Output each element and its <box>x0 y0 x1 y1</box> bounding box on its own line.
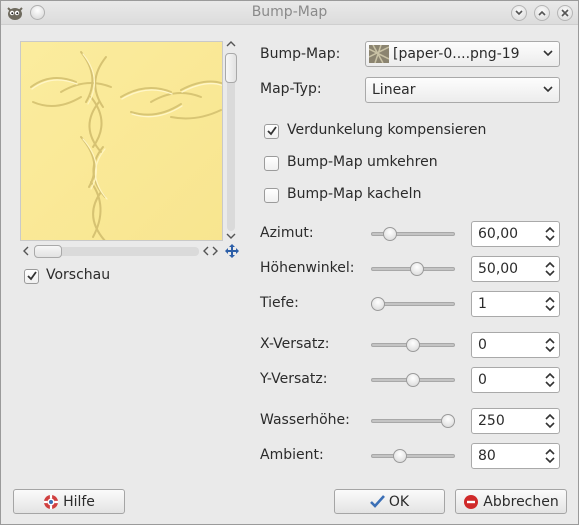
vertical-scroll-thumb[interactable] <box>225 53 237 83</box>
depth-value[interactable]: 1 <box>478 296 487 312</box>
maximize-button[interactable] <box>534 5 550 21</box>
elevation-slider[interactable] <box>371 261 455 277</box>
map-type-label: Map-Typ: <box>260 81 322 97</box>
depth-spinbox[interactable]: 1 <box>471 291 560 317</box>
slider-handle[interactable] <box>406 373 420 387</box>
compensate-darkening-checkbox[interactable] <box>264 124 279 139</box>
ambient-label: Ambient: <box>260 447 324 463</box>
elevation-label: Höhenwinkel: <box>260 260 355 276</box>
spin-up-down-icon[interactable] <box>544 225 556 243</box>
tile-bumpmap-checkbox[interactable] <box>264 188 279 203</box>
depth-slider[interactable] <box>371 296 455 312</box>
elevation-spinbox[interactable]: 50,00 <box>471 256 560 282</box>
slider-handle[interactable] <box>393 449 407 463</box>
checkmark-icon <box>369 495 385 508</box>
slider-handle[interactable] <box>441 414 455 428</box>
ambient-spinbox[interactable]: 80 <box>471 443 560 469</box>
close-button[interactable] <box>557 5 573 21</box>
image-thumbnail-icon <box>369 45 389 63</box>
chevron-down-icon <box>543 50 553 57</box>
compensate-darkening-label[interactable]: Verdunkelung kompensieren <box>287 122 486 138</box>
ambient-slider[interactable] <box>371 448 455 464</box>
bump-map-value: [paper-0....png-19 <box>393 46 520 62</box>
chevron-down-icon <box>543 86 553 93</box>
waterlevel-spinbox[interactable]: 250 <box>471 408 560 434</box>
help-button[interactable]: Hilfe <box>13 489 125 514</box>
spin-up-down-icon[interactable] <box>544 336 556 354</box>
x-offset-value[interactable]: 0 <box>478 337 487 353</box>
ambient-value[interactable]: 80 <box>478 448 496 464</box>
preview-horizontal-scrollbar[interactable] <box>20 243 223 259</box>
tile-bumpmap-label[interactable]: Bump-Map kacheln <box>287 186 421 202</box>
title-bar: Bump-Map <box>1 1 578 25</box>
preview-vertical-scrollbar[interactable] <box>223 39 239 245</box>
navigate-move-icon[interactable] <box>225 244 239 258</box>
preview-image[interactable] <box>20 41 223 241</box>
map-type-value: Linear <box>372 82 416 98</box>
x-offset-slider[interactable] <box>371 337 455 353</box>
waterlevel-slider[interactable] <box>371 413 455 429</box>
elevation-value[interactable]: 50,00 <box>478 261 518 277</box>
slider-handle[interactable] <box>406 338 420 352</box>
invert-bumpmap-label[interactable]: Bump-Map umkehren <box>287 154 438 170</box>
minimize-button[interactable] <box>511 5 527 21</box>
scroll-right-icon[interactable] <box>212 246 219 259</box>
scroll-left-icon[interactable] <box>22 246 29 259</box>
bump-map-select[interactable]: [paper-0....png-19 <box>365 41 560 67</box>
azimuth-slider[interactable] <box>371 226 455 242</box>
spin-up-down-icon[interactable] <box>544 412 556 430</box>
cancel-button[interactable]: Abbrechen <box>455 489 567 514</box>
checkmark-icon <box>267 126 277 136</box>
slider-handle[interactable] <box>383 227 397 241</box>
preview-checkbox-label[interactable]: Vorschau <box>46 267 110 283</box>
waterlevel-value[interactable]: 250 <box>478 413 505 429</box>
chevron-up-icon <box>538 10 546 16</box>
bump-map-dialog: Bump-Map Vorschau Bump-Map: [paper-0....… <box>0 0 579 525</box>
slider-groove[interactable] <box>371 454 455 458</box>
azimuth-label: Azimut: <box>260 225 314 241</box>
y-offset-spinbox[interactable]: 0 <box>471 367 560 393</box>
spin-up-down-icon[interactable] <box>544 371 556 389</box>
slider-handle[interactable] <box>410 262 424 276</box>
map-type-select[interactable]: Linear <box>365 77 560 103</box>
bump-map-label: Bump-Map: <box>260 46 341 62</box>
embossed-paper-preview <box>21 42 222 240</box>
waterlevel-label: Wasserhöhe: <box>260 412 350 428</box>
spin-up-down-icon[interactable] <box>544 295 556 313</box>
help-button-label: Hilfe <box>63 493 95 510</box>
checkmark-icon <box>27 271 37 281</box>
x-offset-spinbox[interactable]: 0 <box>471 332 560 358</box>
spin-up-down-icon[interactable] <box>544 260 556 278</box>
x-offset-label: X-Versatz: <box>260 336 330 352</box>
horizontal-scroll-thumb[interactable] <box>34 245 62 258</box>
help-lifebuoy-icon <box>44 494 59 509</box>
depth-label: Tiefe: <box>260 295 299 311</box>
cancel-stop-icon <box>464 494 479 509</box>
preview-checkbox[interactable] <box>24 269 39 284</box>
spin-up-down-icon[interactable] <box>544 447 556 465</box>
y-offset-label: Y-Versatz: <box>260 371 328 387</box>
y-offset-value[interactable]: 0 <box>478 372 487 388</box>
ok-button[interactable]: OK <box>334 489 445 514</box>
invert-bumpmap-checkbox[interactable] <box>264 156 279 171</box>
scroll-left-icon[interactable] <box>202 246 209 259</box>
window-title: Bump-Map <box>251 4 328 20</box>
close-icon <box>561 9 569 17</box>
scroll-down-icon[interactable] <box>226 233 236 243</box>
azimuth-spinbox[interactable]: 60,00 <box>471 221 560 247</box>
chevron-down-icon <box>515 10 523 16</box>
slider-handle[interactable] <box>371 297 385 311</box>
ok-button-label: OK <box>388 493 410 510</box>
azimuth-value[interactable]: 60,00 <box>478 226 518 242</box>
y-offset-slider[interactable] <box>371 372 455 388</box>
scroll-up-icon[interactable] <box>226 40 236 50</box>
cancel-button-label: Abbrechen <box>483 493 559 510</box>
